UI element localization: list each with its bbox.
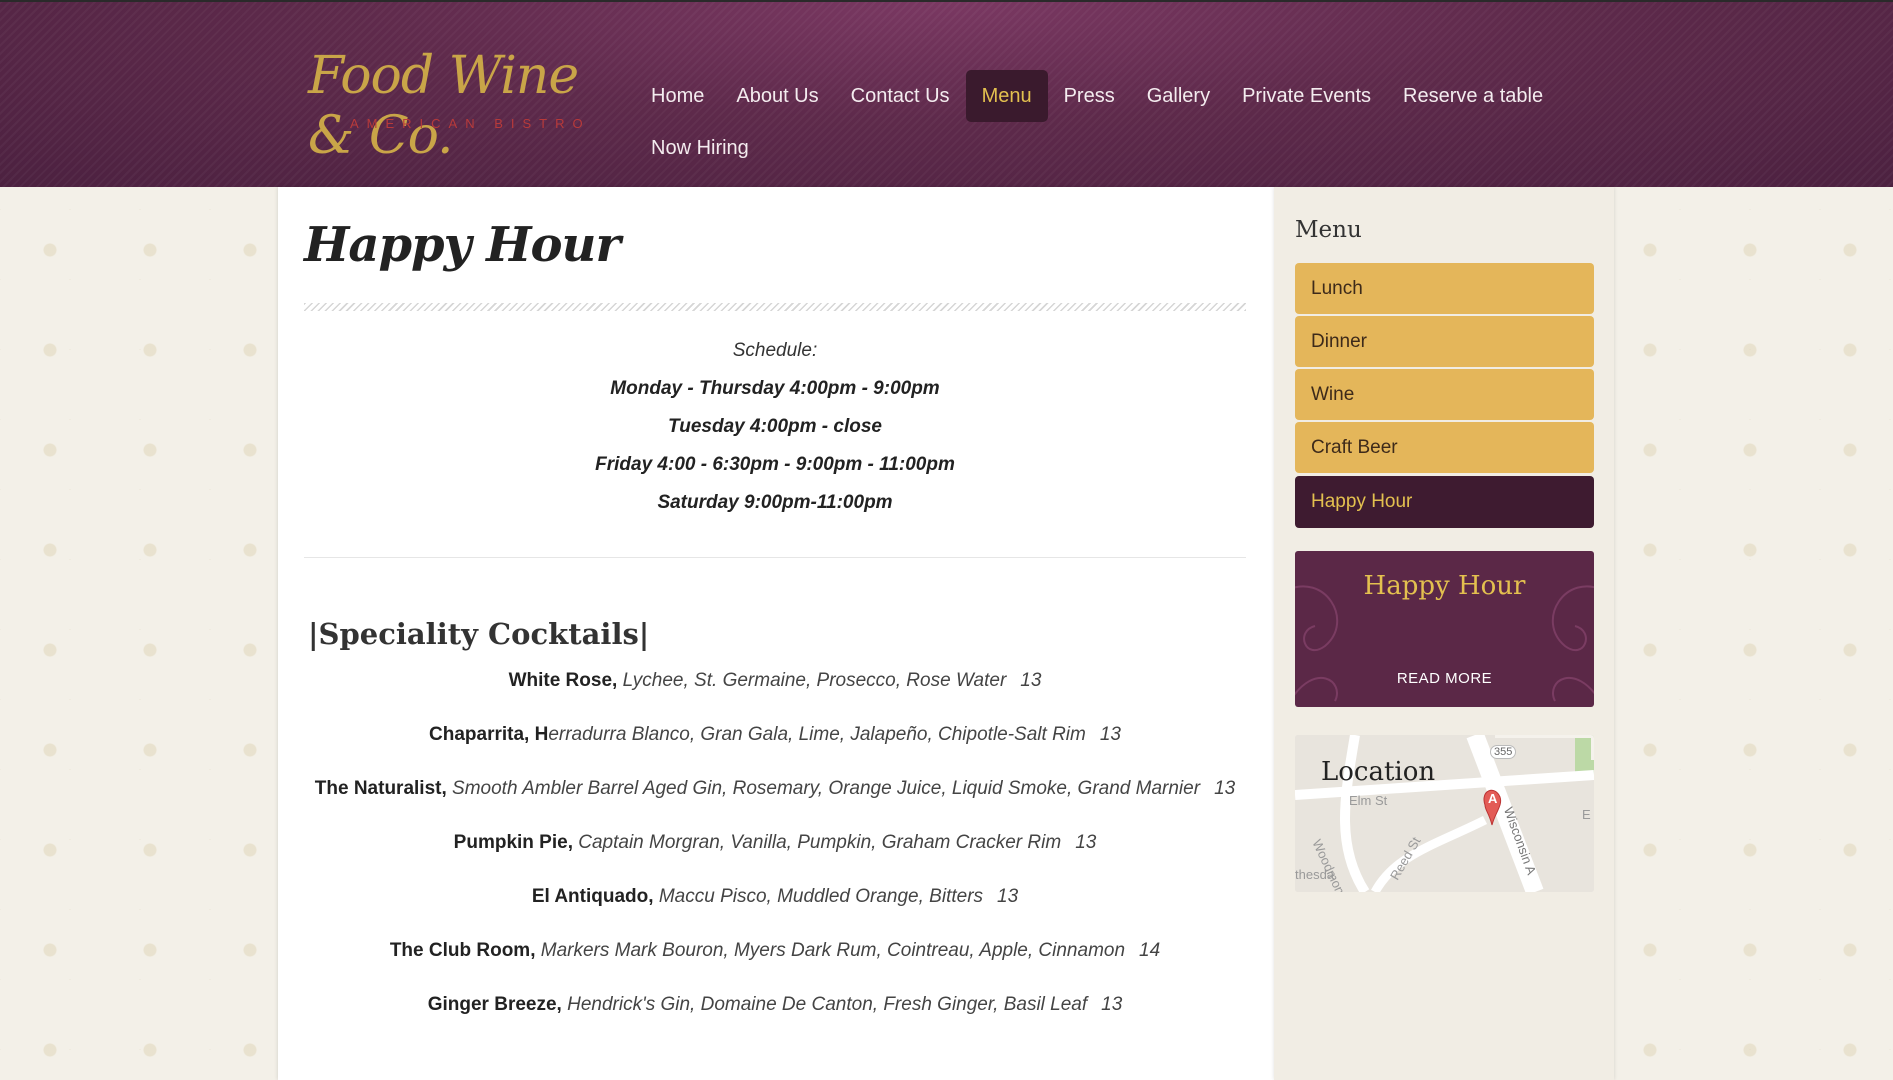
cocktail-item: Ginger Breeze, Hendrick's Gin, Domaine D… (304, 978, 1246, 1032)
nav-row-2: Now Hiring (635, 122, 1535, 174)
sidebar: Menu Lunch Dinner Wine Craft Beer Happy Hour… (1274, 187, 1614, 1080)
nav-item-home[interactable]: Home (635, 70, 720, 122)
schedule: Schedule: Monday - Thursday 4:00pm - 9:0… (304, 332, 1246, 522)
nav-row-1: Home About Us Contact Us Menu Press Gallery Pr… (635, 70, 1543, 122)
read-more-link[interactable]: READ MORE (1295, 670, 1594, 687)
cocktail-name: The Club Room, (389, 940, 536, 961)
cocktail-name: The Naturalist, (314, 778, 447, 799)
cocktail-price: 13 (1101, 994, 1123, 1015)
nav-item-contact-us[interactable]: Contact Us (835, 70, 966, 122)
sidebar-item-craft-beer[interactable]: Craft Beer (1295, 422, 1594, 473)
cocktail-price: 13 (1099, 724, 1121, 745)
cocktail-item: The Naturalist, Smooth Ambler Barrel Age… (304, 762, 1246, 816)
cocktail-list: White Rose, Lychee, St. Germaine, Prosec… (304, 654, 1246, 1032)
title-divider (304, 303, 1246, 311)
nav-item-gallery[interactable]: Gallery (1131, 70, 1226, 122)
cocktail-price: 14 (1139, 940, 1161, 961)
sidebar-item-lunch[interactable]: Lunch (1295, 263, 1594, 314)
site-header: Food Wine & Co. AMERICAN BISTRO Home Abou… (0, 2, 1893, 187)
sidebar-item-happy-hour[interactable]: Happy Hour (1295, 476, 1594, 528)
sidebar-heading: Menu (1295, 217, 1362, 243)
happy-hour-promo[interactable]: Happy Hour READ MORE (1295, 551, 1594, 707)
cocktail-name: Pumpkin Pie, (453, 832, 573, 853)
main-nav: Home About Us Contact Us Menu Press Gallery Pr… (635, 70, 1543, 174)
cocktail-description: Lychee, St. Germaine, Prosecco, Rose Wat… (617, 670, 1007, 691)
map-label: Elm St (1349, 793, 1388, 808)
cocktail-description: Markers Mark Bouron, Myers Dark Rum, Coi… (535, 940, 1126, 961)
sidebar-menu: Lunch Dinner Wine Craft Beer Happy Hour (1295, 263, 1594, 530)
cocktail-price: 13 (997, 886, 1019, 907)
cocktail-item: Pumpkin Pie, Captain Morgran, Vanilla, P… (304, 816, 1246, 870)
cocktail-name: El Antiquado, (531, 886, 654, 907)
cocktail-item: El Antiquado, Maccu Pisco, Muddled Orang… (304, 870, 1246, 924)
schedule-line: Tuesday 4:00pm - close (667, 416, 883, 437)
cocktail-item: White Rose, Lychee, St. Germaine, Prosec… (304, 654, 1246, 708)
cocktail-name: White Rose, (508, 670, 618, 691)
cocktail-description: Smooth Ambler Barrel Aged Gin, Rosemary,… (446, 778, 1201, 799)
sidebar-item-wine[interactable]: Wine (1295, 369, 1594, 420)
cocktail-item: Chaparrita, Herradurra Blanco, Gran Gala… (304, 708, 1246, 762)
schedule-line: Monday - Thursday 4:00pm - 9:00pm (610, 378, 940, 399)
map-label: thesda (1295, 867, 1335, 882)
cocktail-description: erradurra Blanco, Gran Gala, Lime, Jalap… (548, 724, 1086, 745)
main-content: Happy Hour Schedule: Monday - Thursday 4… (278, 187, 1274, 1080)
cocktail-item: The Club Room, Markers Mark Bouron, Myer… (304, 924, 1246, 978)
page-title: Happy Hour (304, 217, 621, 273)
schedule-line: Saturday 9:00pm-11:00pm (657, 492, 893, 513)
cocktail-description: Captain Morgran, Vanilla, Pumpkin, Graha… (572, 832, 1062, 853)
nav-item-now-hiring[interactable]: Now Hiring (635, 122, 765, 174)
cocktail-price: 13 (1075, 832, 1097, 853)
promo-title: Happy Hour (1363, 571, 1526, 601)
schedule-label: Schedule: (732, 340, 818, 361)
location-map[interactable]: Location Elm St Woodmont Ave Reed St Wis… (1295, 735, 1594, 892)
nav-item-menu[interactable]: Menu (965, 70, 1048, 122)
cocktail-price: 13 (1020, 670, 1042, 691)
nav-item-about-us[interactable]: About Us (720, 70, 834, 122)
map-label: 355 (1490, 745, 1517, 759)
map-marker[interactable]: A (1488, 791, 1497, 806)
logo[interactable]: Food Wine & Co. AMERICAN BISTRO (302, 28, 622, 166)
section-divider (304, 557, 1246, 558)
map-title: Location (1321, 757, 1436, 787)
section-title: |Speciality Cocktails| (308, 617, 650, 651)
cocktail-name: Chaparrita, H (429, 724, 549, 745)
cocktail-description: Maccu Pisco, Muddled Orange, Bitters (653, 886, 984, 907)
schedule-line: Friday 4:00 - 6:30pm - 9:00pm - 11:00pm (595, 454, 955, 475)
nav-item-press[interactable]: Press (1048, 70, 1131, 122)
logo-script: Food Wine & Co. (308, 46, 579, 166)
cocktail-name: Ginger Breeze, (427, 994, 562, 1015)
map-label: E (1582, 807, 1591, 822)
cocktail-description: Hendrick's Gin, Domaine De Canton, Fresh… (561, 994, 1088, 1015)
logo-subtitle: AMERICAN BISTRO (350, 116, 591, 131)
nav-item-private-events[interactable]: Private Events (1226, 70, 1387, 122)
sidebar-item-dinner[interactable]: Dinner (1295, 316, 1594, 367)
nav-item-reserve-a-table[interactable]: Reserve a table (1387, 70, 1559, 122)
cocktail-price: 13 (1214, 778, 1236, 799)
